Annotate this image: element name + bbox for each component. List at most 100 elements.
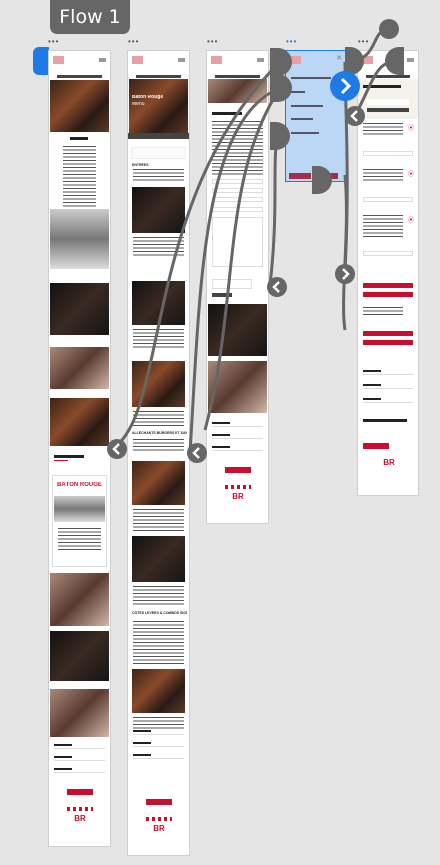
hamburger-icon[interactable] <box>407 58 414 62</box>
details-button[interactable] <box>363 197 413 202</box>
footer-accordion[interactable] <box>54 765 105 773</box>
footer-accordion[interactable] <box>133 751 184 759</box>
sign-text: BÂTON ROUGE <box>57 482 102 488</box>
back-arrow-icon <box>187 443 207 463</box>
hamburger-icon[interactable] <box>99 58 106 62</box>
location-search-input[interactable] <box>367 99 409 105</box>
footer-accordion[interactable] <box>363 381 413 389</box>
cta-button[interactable] <box>146 799 172 805</box>
frame-options-icon[interactable]: ••• <box>48 38 59 46</box>
news-heading <box>54 455 84 458</box>
search-button[interactable] <box>367 108 409 112</box>
connector-line <box>268 131 282 286</box>
cta-button[interactable] <box>67 789 93 795</box>
details-button[interactable] <box>363 151 413 156</box>
footer-accordion[interactable] <box>212 443 263 451</box>
form-field[interactable] <box>212 179 263 184</box>
frame-home[interactable]: BÂTON ROUGE BR <box>48 50 111 847</box>
connector-node <box>379 19 399 39</box>
nav-button[interactable] <box>316 173 338 179</box>
frame-options-icon[interactable]: ••• <box>207 38 218 46</box>
logo <box>132 56 143 64</box>
nav-item[interactable] <box>291 105 323 107</box>
frame-contact[interactable]: BR <box>206 50 269 524</box>
news-image <box>54 496 105 522</box>
dish-image <box>132 187 185 233</box>
message-textarea[interactable] <box>212 217 263 267</box>
social-icons[interactable] <box>225 485 251 489</box>
frame-options-icon[interactable]: ••• <box>286 38 297 46</box>
hamburger-icon[interactable] <box>178 58 185 62</box>
connector-line <box>342 174 348 331</box>
submit-button[interactable] <box>212 293 232 297</box>
food-image <box>50 283 109 335</box>
card-image <box>50 631 109 681</box>
location-item[interactable] <box>363 123 403 137</box>
footer-accordion[interactable] <box>212 419 263 427</box>
social-icons[interactable] <box>146 817 172 821</box>
dish-text <box>133 411 184 427</box>
nav-item[interactable] <box>291 77 331 79</box>
form-field[interactable] <box>212 188 263 193</box>
location-item[interactable] <box>363 307 403 317</box>
nav-item[interactable] <box>291 132 319 134</box>
section-text <box>133 169 184 181</box>
location-item[interactable] <box>363 169 403 183</box>
reserve-button[interactable] <box>363 292 413 297</box>
hamburger-icon[interactable] <box>257 58 264 62</box>
contact-info <box>212 121 263 176</box>
nav-item[interactable] <box>291 91 305 93</box>
forward-arrow-icon <box>335 264 355 284</box>
footer-accordion[interactable] <box>54 753 105 761</box>
footer-accordion[interactable] <box>54 741 105 749</box>
ribs-image <box>132 669 185 713</box>
newsletter-heading <box>363 419 407 422</box>
footer-accordion[interactable] <box>363 367 413 375</box>
cta-button[interactable] <box>225 467 251 473</box>
frame-locations[interactable]: ⦿ ⦿ ⦿ BR <box>357 50 419 496</box>
menu-dropdown[interactable] <box>128 133 189 139</box>
hero-title: Bâton Rouge <box>132 95 164 99</box>
contact-heading <box>212 112 242 115</box>
form-field[interactable] <box>212 197 263 202</box>
dish-image <box>132 361 185 407</box>
footer-accordion[interactable] <box>363 395 413 403</box>
restaurant-image <box>208 304 267 356</box>
dish-text <box>133 329 184 349</box>
frame-nav-overlay[interactable]: ✕ <box>285 50 347 182</box>
footer-accordion[interactable] <box>133 739 184 747</box>
frame-menu[interactable]: Bâton Rouge Menu ENTRÉES ALLÉCHANTS BURG… <box>127 50 190 856</box>
section-text <box>133 621 184 665</box>
logo <box>211 56 222 64</box>
top-banner <box>366 75 410 78</box>
section-heading: ENTRÉES <box>132 163 149 167</box>
frame-options-icon[interactable]: ••• <box>128 38 139 46</box>
news-card[interactable]: BÂTON ROUGE <box>52 475 107 567</box>
news-text <box>58 528 101 552</box>
frame-options-icon[interactable]: ••• <box>358 38 369 46</box>
form-select[interactable] <box>212 207 263 212</box>
flow-start-tab[interactable] <box>33 47 49 75</box>
flow-label[interactable]: Flow 1 <box>50 0 130 34</box>
top-banner <box>57 75 102 78</box>
burger-image <box>132 536 185 582</box>
footer-accordion[interactable] <box>133 727 184 735</box>
captcha[interactable] <box>212 279 252 289</box>
order-button[interactable] <box>363 331 413 336</box>
order-button[interactable] <box>363 283 413 288</box>
location-item[interactable] <box>363 215 403 239</box>
nav-button[interactable] <box>289 173 311 179</box>
map-pin-icon: ⦿ <box>407 172 414 178</box>
divider <box>54 460 68 461</box>
social-icons[interactable] <box>67 807 93 811</box>
details-button[interactable] <box>363 251 413 256</box>
footer-accordion[interactable] <box>212 431 263 439</box>
logo <box>290 56 301 64</box>
close-icon[interactable]: ✕ <box>336 55 342 62</box>
hero-subtitle: Menu <box>132 102 145 106</box>
reserve-button[interactable] <box>363 340 413 345</box>
section-text <box>133 439 184 453</box>
nav-item[interactable] <box>291 118 313 120</box>
cta-button[interactable] <box>363 443 389 449</box>
card-image <box>50 573 109 626</box>
